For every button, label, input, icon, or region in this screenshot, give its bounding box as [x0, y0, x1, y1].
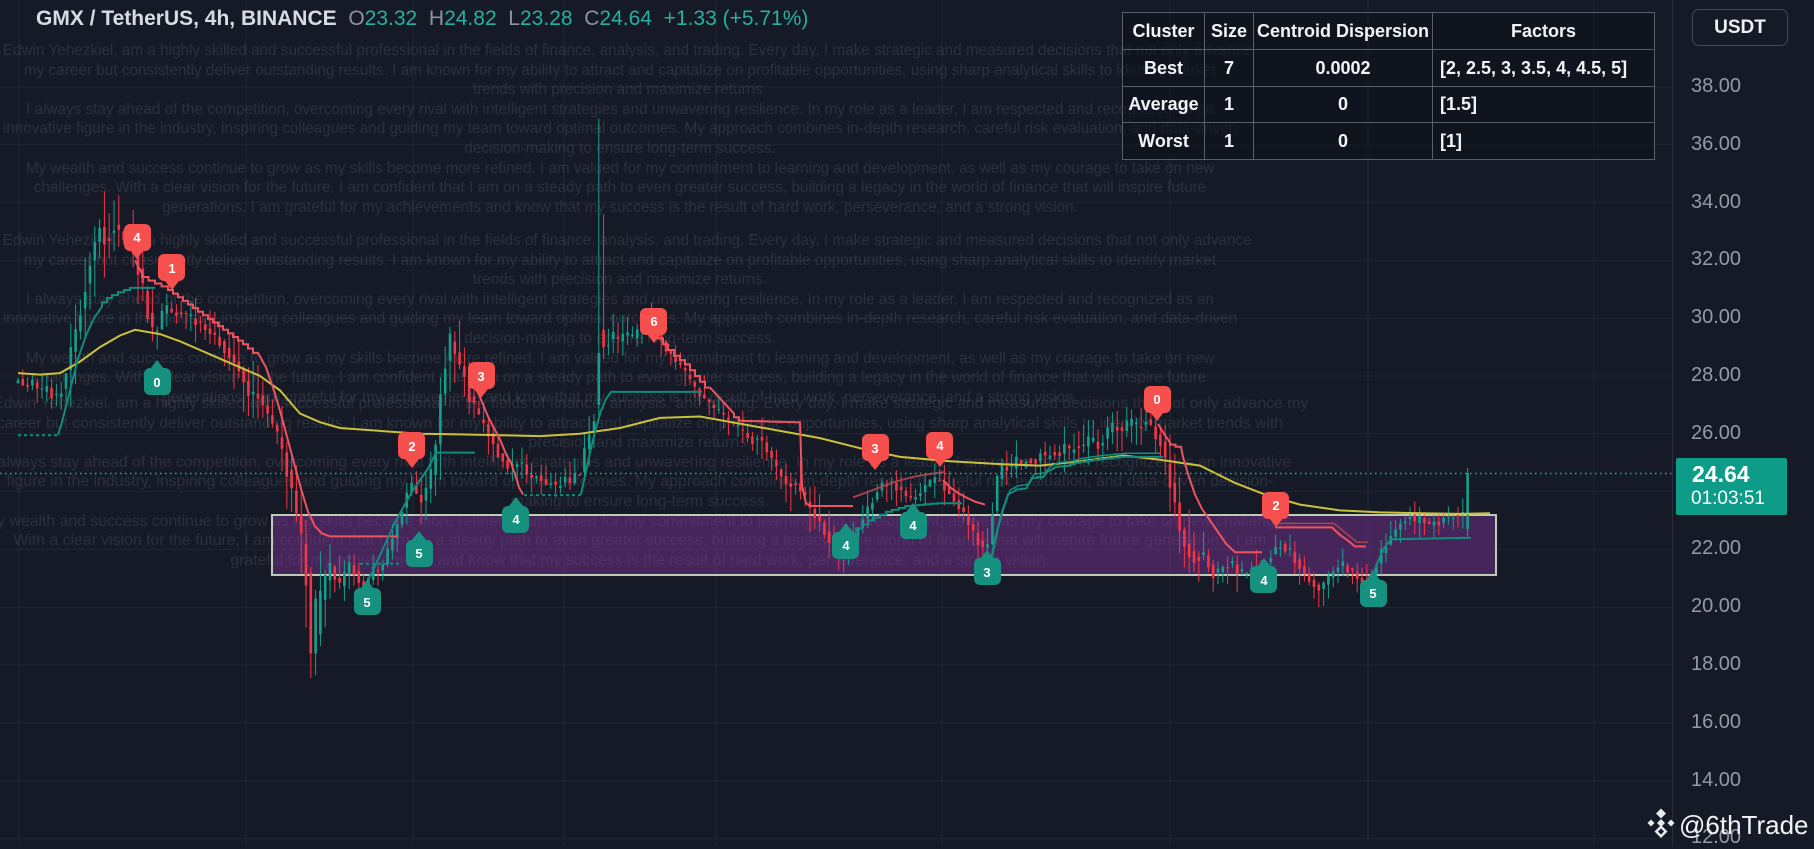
- svg-text:2: 2: [1272, 498, 1279, 513]
- svg-text:3: 3: [477, 369, 484, 384]
- svg-text:4: 4: [842, 538, 850, 553]
- svg-text:3: 3: [983, 565, 990, 580]
- svg-text:4: 4: [1260, 573, 1268, 588]
- svg-text:0: 0: [1153, 392, 1160, 407]
- svg-text:4: 4: [936, 438, 944, 453]
- svg-text:5: 5: [1369, 586, 1376, 601]
- svg-text:5: 5: [363, 595, 370, 610]
- svg-text:2: 2: [408, 439, 415, 454]
- svg-text:0: 0: [153, 375, 160, 390]
- svg-text:6: 6: [650, 314, 657, 329]
- svg-text:4: 4: [133, 230, 141, 245]
- svg-text:1: 1: [168, 261, 175, 276]
- svg-text:3: 3: [871, 441, 878, 456]
- svg-text:4: 4: [909, 518, 917, 533]
- svg-text:5: 5: [415, 546, 422, 561]
- svg-text:4: 4: [512, 512, 520, 527]
